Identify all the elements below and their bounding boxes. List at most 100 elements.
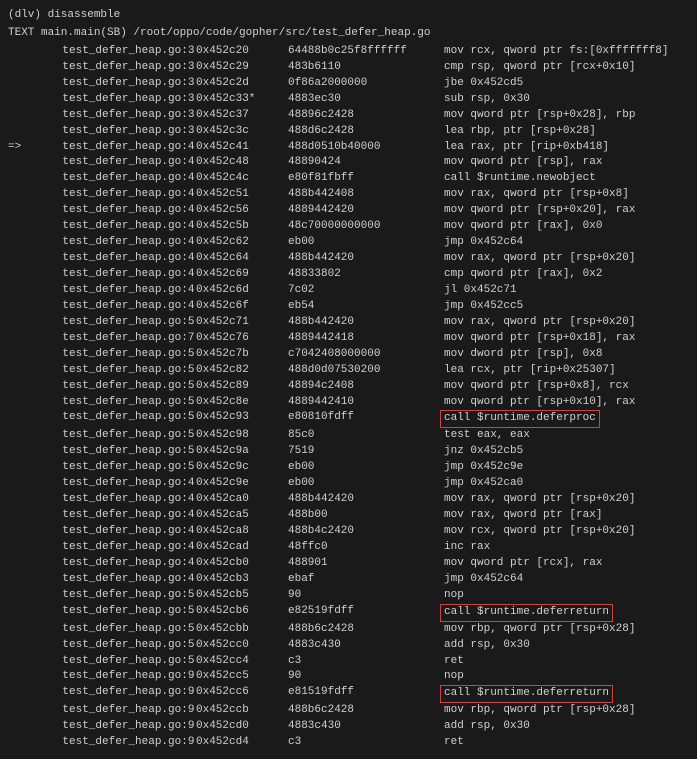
current-instruction-arrow [8,219,36,235]
address: 0x452c29 [196,60,288,76]
source-location: test_defer_heap.go:4 [36,556,196,572]
address: 0x452cc5 [196,669,288,685]
disassembly-listing: test_defer_heap.go:30x452c2064488b0c25f8… [8,44,689,751]
current-instruction-arrow [8,347,36,363]
current-instruction-arrow [8,283,36,299]
source-location: test_defer_heap.go:3 [36,108,196,124]
instruction: cmp rsp, qword ptr [rcx+0x10] [444,60,689,76]
instruction: lea rcx, ptr [rip+0x25307] [444,363,689,379]
opcode-bytes: 90 [288,669,444,685]
current-instruction-arrow [8,171,36,187]
disasm-row: test_defer_heap.go:30x452c3748896c2428mo… [8,108,689,124]
source-location: test_defer_heap.go:5 [36,347,196,363]
address: 0x452cb0 [196,556,288,572]
current-instruction-arrow [8,685,36,703]
address: 0x452c62 [196,235,288,251]
instruction: mov rax, qword ptr [rsp+0x20] [444,315,689,331]
address: 0x452cad [196,540,288,556]
current-instruction-arrow [8,235,36,251]
address: 0x452c37 [196,108,288,124]
address: 0x452c9e [196,476,288,492]
source-location: test_defer_heap.go:4 [36,508,196,524]
current-instruction-arrow [8,92,36,108]
opcode-bytes: e80810fdff [288,410,444,428]
source-location: test_defer_heap.go:5 [36,638,196,654]
disasm-row: test_defer_heap.go:90x452cd4c3ret [8,735,689,751]
instruction: call $runtime.deferproc [444,410,689,428]
address: 0x452c41 [196,140,288,156]
address: 0x452cb6 [196,604,288,622]
address: 0x452cd4 [196,735,288,751]
address: 0x452cb5 [196,588,288,604]
source-location: test_defer_heap.go:4 [36,155,196,171]
instruction: jmp 0x452cc5 [444,299,689,315]
instruction: nop [444,588,689,604]
source-location: test_defer_heap.go:5 [36,460,196,476]
address: 0x452c6d [196,283,288,299]
disasm-row: test_defer_heap.go:40x452cb3ebafjmp 0x45… [8,572,689,588]
instruction: jbe 0x452cd5 [444,76,689,92]
current-instruction-arrow [8,540,36,556]
address: 0x452c69 [196,267,288,283]
dlv-prompt: (dlv) disassemble [8,8,689,24]
disasm-row: test_defer_heap.go:90x452cc590nop [8,669,689,685]
opcode-bytes: e81519fdff [288,685,444,703]
instruction: jmp 0x452c64 [444,235,689,251]
disasm-row: test_defer_heap.go:40x452c6feb54jmp 0x45… [8,299,689,315]
disasm-row: test_defer_heap.go:30x452c33*4883ec30sub… [8,92,689,108]
source-location: test_defer_heap.go:9 [36,669,196,685]
opcode-bytes: eb00 [288,235,444,251]
disasm-row: test_defer_heap.go:40x452c6948833802cmp … [8,267,689,283]
address: 0x452c56 [196,203,288,219]
opcode-bytes: 64488b0c25f8ffffff [288,44,444,60]
disasm-row: test_defer_heap.go:50x452c9885c0test eax… [8,428,689,444]
opcode-bytes: 488b6c2428 [288,703,444,719]
disasm-row: test_defer_heap.go:40x452c51488b442408mo… [8,187,689,203]
source-location: test_defer_heap.go:5 [36,363,196,379]
disasm-row: test_defer_heap.go:50x452cb590nop [8,588,689,604]
current-instruction-arrow [8,638,36,654]
opcode-bytes: 488901 [288,556,444,572]
instruction: mov rcx, qword ptr [rsp+0x20] [444,524,689,540]
address: 0x452c2d [196,76,288,92]
instruction: mov qword ptr [rsp], rax [444,155,689,171]
current-instruction-arrow [8,155,36,171]
current-instruction-arrow [8,588,36,604]
disasm-row: test_defer_heap.go:90x452cc6e81519fdffca… [8,685,689,703]
source-location: test_defer_heap.go:4 [36,283,196,299]
source-location: test_defer_heap.go:4 [36,251,196,267]
source-location: test_defer_heap.go:5 [36,654,196,670]
instruction: mov rax, qword ptr [rsp+0x20] [444,492,689,508]
current-instruction-arrow [8,669,36,685]
opcode-bytes: c7042408000000 [288,347,444,363]
disasm-row: test_defer_heap.go:40x452ca5488b00mov ra… [8,508,689,524]
current-instruction-arrow [8,622,36,638]
current-instruction-arrow [8,379,36,395]
disasm-row: test_defer_heap.go:50x452c93e80810fdffca… [8,410,689,428]
source-location: test_defer_heap.go:7 [36,331,196,347]
instruction: jl 0x452c71 [444,283,689,299]
disasm-row: test_defer_heap.go:50x452cbb488b6c2428mo… [8,622,689,638]
opcode-bytes: 7c02 [288,283,444,299]
current-instruction-arrow [8,76,36,92]
current-instruction-arrow [8,492,36,508]
source-location: test_defer_heap.go:4 [36,476,196,492]
address: 0x452c64 [196,251,288,267]
instruction: mov rax, qword ptr [rsp+0x8] [444,187,689,203]
source-location: test_defer_heap.go:5 [36,444,196,460]
highlighted-call: call $runtime.deferreturn [440,685,613,703]
opcode-bytes: 0f86a2000000 [288,76,444,92]
source-location: test_defer_heap.go:4 [36,171,196,187]
opcode-bytes: 488d6c2428 [288,124,444,140]
instruction: jnz 0x452cb5 [444,444,689,460]
current-instruction-arrow [8,719,36,735]
source-location: test_defer_heap.go:5 [36,395,196,411]
current-instruction-arrow [8,556,36,572]
instruction: add rsp, 0x30 [444,719,689,735]
instruction: test eax, eax [444,428,689,444]
source-location: test_defer_heap.go:4 [36,267,196,283]
disasm-row: test_defer_heap.go:40x452c5b48c700000000… [8,219,689,235]
opcode-bytes: 48894c2408 [288,379,444,395]
instruction: lea rax, ptr [rip+0xb418] [444,140,689,156]
source-location: test_defer_heap.go:9 [36,735,196,751]
